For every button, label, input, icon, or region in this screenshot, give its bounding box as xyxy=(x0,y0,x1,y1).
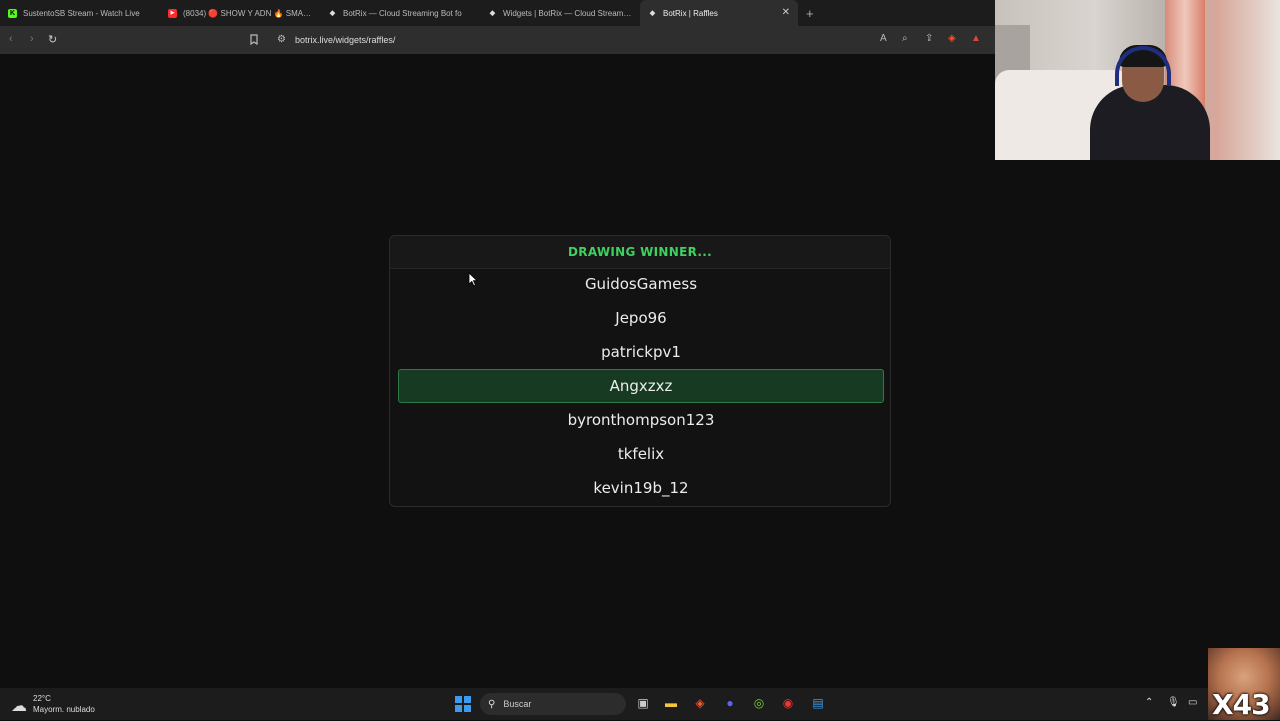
mouse-cursor-icon xyxy=(468,272,478,287)
zoom-icon[interactable]: ⌕ xyxy=(902,33,908,44)
browser-tab-4[interactable]: ◆ Widgets | BotRix — Cloud Streaming xyxy=(480,0,640,26)
taskbar: ☁ 22°C Mayorm. nublado ⚲ Buscar ▣ ▬ ◈ ● … xyxy=(0,688,1280,720)
botrix-logo-icon: ◆ xyxy=(329,10,336,17)
navigation-bar: ‹ › ↻ ⚙ botrix.live/widgets/raffles/ A ⌕… xyxy=(0,26,995,54)
forward-arrow-icon[interactable]: › xyxy=(30,33,34,45)
close-tab-icon[interactable]: ✕ xyxy=(782,7,790,18)
raffle-entry: patrickpv1 xyxy=(601,343,681,361)
browser-tab-1[interactable]: K SustentoSB Stream - Watch Live xyxy=(0,0,160,26)
tab-title: BotRix — Cloud Streaming Bot fo xyxy=(343,8,462,18)
new-tab-button[interactable]: + xyxy=(806,6,814,21)
microphone-icon[interactable]: 🎙 xyxy=(1167,697,1180,708)
obs-icon[interactable]: ◉ xyxy=(780,695,796,711)
chevron-up-icon[interactable]: ⌃ xyxy=(1145,697,1153,708)
raffle-widget: DRAWING WINNER... GuidosGamess Jepo96 pa… xyxy=(389,235,891,507)
bookmark-icon[interactable] xyxy=(250,34,258,48)
raffle-entry: Jepo96 xyxy=(615,309,667,327)
brave-shields-icon[interactable]: ◈ xyxy=(948,33,956,44)
share-icon[interactable]: ⇪ xyxy=(925,33,933,44)
botrix-logo-icon: ◆ xyxy=(649,10,656,17)
site-info-icon[interactable]: ⚙ xyxy=(277,34,286,45)
address-bar[interactable]: ⚙ botrix.live/widgets/raffles/ xyxy=(245,30,990,50)
tab-title: Widgets | BotRix — Cloud Streaming xyxy=(503,8,632,18)
windows-start-icon[interactable] xyxy=(455,696,471,712)
search-placeholder: Buscar xyxy=(503,699,532,709)
botrix-logo-icon: ◆ xyxy=(489,10,496,17)
webcam-overlay xyxy=(995,0,1280,160)
tab-strip: K SustentoSB Stream - Watch Live ▶ (8034… xyxy=(0,0,995,26)
taskbar-search[interactable]: ⚲ Buscar xyxy=(480,693,626,715)
browser-tab-active[interactable]: ◆ BotRix | Raffles ✕ xyxy=(640,0,798,26)
weather-description: Mayorm. nublado xyxy=(33,705,95,714)
brave-browser-icon[interactable]: ◈ xyxy=(692,695,708,711)
search-icon: ⚲ xyxy=(488,698,496,710)
kick-logo-icon: K xyxy=(8,8,17,18)
display-icon[interactable]: ▭ xyxy=(1188,697,1197,708)
reload-icon[interactable]: ↻ xyxy=(48,33,57,46)
raffle-status: DRAWING WINNER... xyxy=(390,236,890,269)
raffle-entry-highlighted: Angxzxz xyxy=(398,369,884,403)
raffle-entry: kevin19b_12 xyxy=(593,479,689,497)
back-arrow-icon[interactable]: ‹ xyxy=(9,33,13,45)
raffle-entry: byronthompson123 xyxy=(567,411,715,429)
discord-icon[interactable]: ● xyxy=(722,695,738,711)
cloudy-weather-icon[interactable]: ☁ xyxy=(11,696,27,716)
notepad-icon[interactable]: ▤ xyxy=(810,695,826,711)
meme-overlay-text: X43 xyxy=(1212,688,1271,721)
browser-tab-2[interactable]: ▶ (8034) 🔴 SHOW Y ADN 🔥 SMASH V xyxy=(160,0,320,26)
task-view-icon[interactable]: ▣ xyxy=(635,695,651,711)
file-explorer-icon[interactable]: ▬ xyxy=(663,695,679,711)
tab-title: (8034) 🔴 SHOW Y ADN 🔥 SMASH V xyxy=(183,8,312,18)
url-text: botrix.live/widgets/raffles/ xyxy=(295,35,396,45)
app-icon[interactable]: ◎ xyxy=(751,695,767,711)
brave-rewards-icon[interactable]: ▲ xyxy=(971,33,981,44)
raffle-entry: tkfelix xyxy=(617,445,665,463)
tab-title: SustentoSB Stream - Watch Live xyxy=(23,8,140,18)
youtube-logo-icon: ▶ xyxy=(168,8,177,18)
translate-icon[interactable]: A xyxy=(880,33,887,44)
tab-title: BotRix | Raffles xyxy=(663,8,718,18)
weather-temperature: 22°C xyxy=(33,694,51,703)
browser-tab-3[interactable]: ◆ BotRix — Cloud Streaming Bot fo xyxy=(320,0,480,26)
